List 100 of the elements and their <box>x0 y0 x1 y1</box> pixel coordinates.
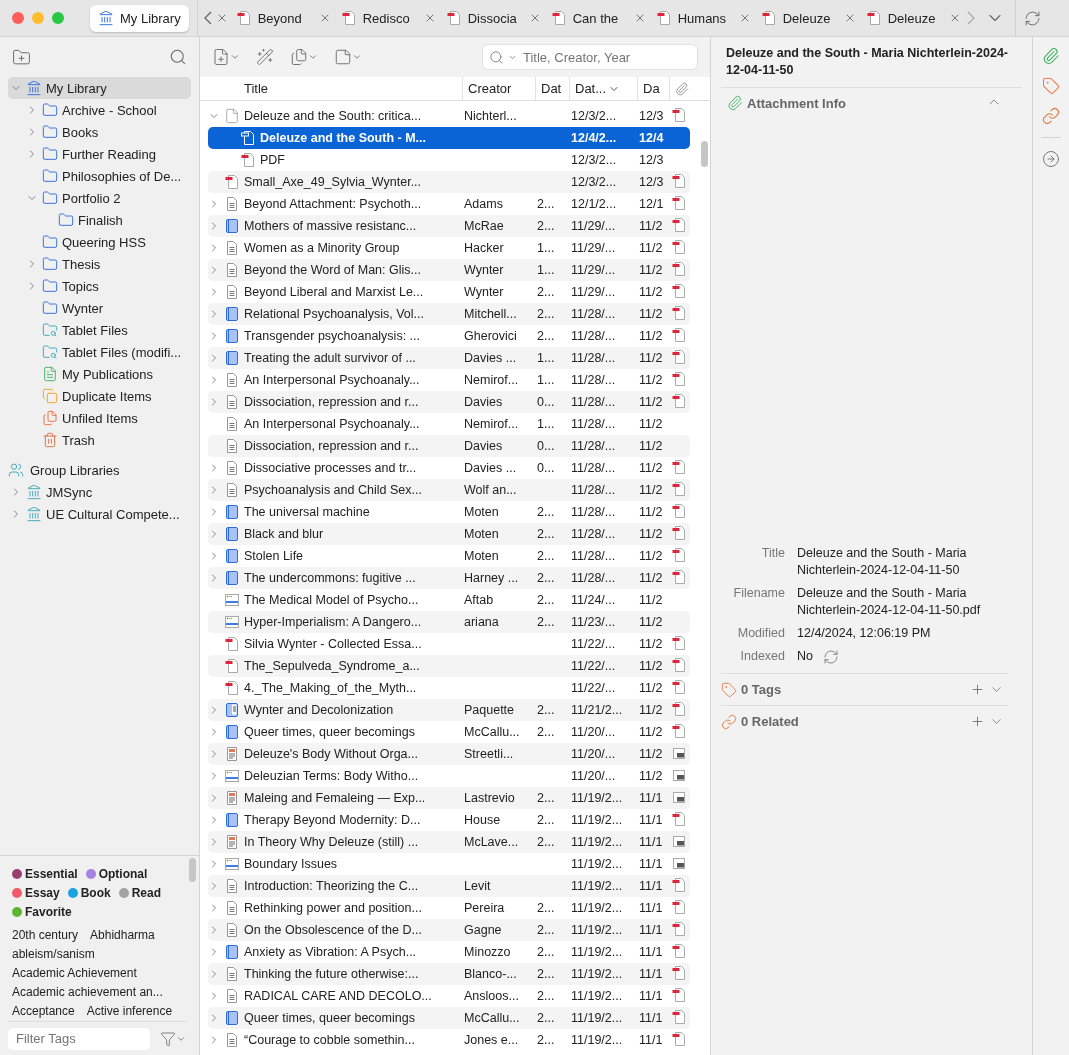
collection-item[interactable]: Finalish <box>8 209 191 231</box>
tag-icon[interactable] <box>1042 77 1060 95</box>
collection-item[interactable]: Duplicate Items <box>8 385 191 407</box>
collection-item[interactable]: Books <box>8 121 191 143</box>
scroll-thumb[interactable] <box>189 858 196 882</box>
collection-item[interactable]: My Publications <box>8 363 191 385</box>
collection-item[interactable]: Philosophies of De... <box>8 165 191 187</box>
item-row[interactable]: Treating the adult survivor of ... Davies ... 1... 11/28/... 11/2 <box>208 347 690 369</box>
collection-item[interactable]: Thesis <box>8 253 191 275</box>
tab[interactable]: Can the <box>544 4 650 32</box>
tab[interactable]: Deleuze <box>859 4 965 32</box>
library-item[interactable]: JMSync <box>8 481 191 503</box>
colored-tag[interactable]: Essay <box>12 885 60 901</box>
item-row[interactable]: 4._The_Making_of_the_Myth... 11/22/... 11/2 <box>208 677 690 699</box>
item-row[interactable]: Transgender psychoanalysis: ... Gherovici 2... 11/28/... 11/2 <box>208 325 690 347</box>
item-row[interactable]: Introduction: Theorizing the C... Levit 11/19/2... 11/1 <box>208 875 690 897</box>
link-icon[interactable] <box>1042 107 1060 125</box>
column-header[interactable]: Dat... <box>569 77 637 100</box>
item-row[interactable]: Dissociation, repression and r... Davies 0... 11/28/... 11/2 <box>208 391 690 413</box>
tab[interactable]: Humans <box>649 4 755 32</box>
search-icon[interactable] <box>489 49 504 65</box>
item-row[interactable]: Deleuze and the South - M... 12/4/2... 12/4 <box>208 127 690 149</box>
collection-item[interactable]: Unfiled Items <box>8 407 191 429</box>
tab[interactable]: Dissocia <box>439 4 545 32</box>
item-row[interactable]: Beyond Attachment: Psychoth... Adams 2... 12/1/2... 12/1 <box>208 193 690 215</box>
item-row[interactable]: On the Obsolescence of the D... Gagne 2... 11/19/2... 11/1 <box>208 919 690 941</box>
item-row[interactable]: RADICAL CARE AND DECOLO... Ansloos... 2... 11/19/2... 11/1 <box>208 985 690 1007</box>
tag-options-button[interactable] <box>160 1030 186 1047</box>
item-row[interactable]: Boundary Issues 11/19/2... 11/1 <box>208 853 690 875</box>
item-row[interactable]: The undercommons: fugitive ... Harney ... 2... 11/28/... 11/2 <box>208 567 690 589</box>
collection-item[interactable]: Tablet Files (modifi... <box>8 341 191 363</box>
item-row[interactable]: Deleuze's Body Without Orga... Streetli... 11/20/... 11/2 <box>208 743 690 765</box>
colored-tag[interactable]: Read <box>118 885 162 901</box>
collection-item[interactable]: Trash <box>8 429 191 451</box>
collection-item[interactable]: Archive - School <box>8 99 191 121</box>
item-row[interactable]: Queer times, queer becomings McCallu... 2... 11/20/... 11/2 <box>208 721 690 743</box>
item-row[interactable]: Hyper-Imperialism: A Dangero... ariana 2... 11/23/... 11/2 <box>208 611 690 633</box>
collection-item[interactable]: Portfolio 2 <box>8 187 191 209</box>
item-row[interactable]: The_Sepulveda_Syndrome_a... 11/22/... 11/2 <box>208 655 690 677</box>
search-input[interactable]: Title, Creator, Year <box>521 48 691 66</box>
item-row[interactable]: Relational Psychoanalysis, Vol... Mitchell... 2... 11/28/... 11/2 <box>208 303 690 325</box>
tab[interactable]: Redisco <box>334 4 440 32</box>
item-row[interactable]: Stolen Life Moten 2... 11/28/... 11/2 <box>208 545 690 567</box>
library-item[interactable]: UE Cultural Compete... <box>8 503 191 525</box>
paperclip-icon[interactable] <box>1042 47 1060 65</box>
filter-tags-field[interactable]: Filter Tags <box>8 1027 150 1050</box>
item-row[interactable]: Mothers of massive resistanc... McRae 2... 11/29/... 11/2 <box>208 215 690 237</box>
item-row[interactable]: An Interpersonal Psychoanaly... Nemirof... 1... 11/28/... 11/2 <box>208 369 690 391</box>
colored-tag[interactable]: Favorite <box>12 904 72 920</box>
new-collection-button[interactable] <box>12 47 31 67</box>
item-row[interactable]: “Courage to cobble somethin... Jones e... 2... 11/19/2... 11/1 <box>208 1029 690 1051</box>
tag[interactable]: Active inference <box>86 1004 173 1020</box>
tab[interactable]: Deleuze <box>754 4 860 32</box>
tag[interactable]: Abhidharma <box>90 928 155 944</box>
arrow-circle-icon[interactable] <box>1042 150 1060 168</box>
item-row[interactable]: Black and blur Moten 2... 11/28/... 11/2 <box>208 523 690 545</box>
item-row[interactable]: Thinking the future otherwise:... Blanco-... 2... 11/19/2... 11/1 <box>208 963 690 985</box>
collection-item[interactable]: Queering HSS <box>8 231 191 253</box>
item-row[interactable]: PDF 12/3/2... 12/3 <box>208 149 690 171</box>
colored-tag[interactable]: Book <box>67 885 111 901</box>
tag[interactable]: ableism/sanism <box>12 947 95 963</box>
tag[interactable]: Academic Achievement <box>12 966 137 982</box>
collection-item[interactable]: Wynter <box>8 297 191 319</box>
item-row[interactable]: The universal machine Moten 2... 11/28/... 11/2 <box>208 501 690 523</box>
magic-wand-button[interactable] <box>256 48 274 66</box>
column-header[interactable]: Title <box>208 77 462 100</box>
collection-item[interactable]: Further Reading <box>8 143 191 165</box>
new-note-button[interactable] <box>334 48 362 66</box>
colored-tag[interactable]: Optional <box>85 866 148 882</box>
item-row[interactable]: Deleuzian Terms: Body Witho... 11/20/... 11/2 <box>208 765 690 787</box>
item-row[interactable]: Beyond Liberal and Marxist Le... Wynter 2... 11/29/... 11/2 <box>208 281 690 303</box>
tag[interactable]: Acceptance <box>12 1004 75 1020</box>
sync-button[interactable] <box>1023 9 1041 27</box>
close-button[interactable] <box>12 12 24 24</box>
item-row[interactable]: Maleing and Femaleing — Exp... Lastrevio 2... 11/19/2... 11/1 <box>208 787 690 809</box>
item-row[interactable]: Silvia Wynter - Collected Essa... 11/22/... 11/2 <box>208 633 690 655</box>
item-row[interactable]: Wynter and Decolonization Paquette 2... 11/21/2... 11/2 <box>208 699 690 721</box>
scroll-left-button[interactable] <box>203 11 212 25</box>
zoom-button[interactable] <box>52 12 64 24</box>
tag[interactable]: 20th century <box>12 928 79 944</box>
item-row[interactable]: Small_Axe_49_Sylvia_Wynter... 12/3/2... 12/3 <box>208 171 690 193</box>
tab[interactable]: Beyond <box>229 4 335 32</box>
scroll-right-button[interactable] <box>966 11 975 25</box>
item-row[interactable]: The Medical Model of Psycho... Aftab 2... 11/24/... 11/2 <box>208 589 690 611</box>
column-header[interactable]: Da <box>637 77 669 100</box>
item-row[interactable]: Queer times, queer becomings McCallu... 2... 11/19/2... 11/1 <box>208 1007 690 1029</box>
item-row[interactable]: Dissociation, repression and r... Davies 0... 11/28/... 11/2 <box>208 435 690 457</box>
item-row[interactable]: Beyond the Word of Man: Glis... Wynter 1... 11/29/... 11/2 <box>208 259 690 281</box>
item-row[interactable]: Rethinking power and position... Pereira 2... 11/19/2... 11/1 <box>208 897 690 919</box>
new-item-button[interactable] <box>212 48 240 66</box>
collection-item[interactable]: Tablet Files <box>8 319 191 341</box>
item-row[interactable]: Psychoanalysis and Child Sex... Wolf an... 11/28/... 11/2 <box>208 479 690 501</box>
item-row[interactable]: Deleuze and the South: critica... Nichterl... 12/3/2... 12/3 <box>208 105 690 127</box>
item-row[interactable]: An Interpersonal Psychoanaly... Nemirof... 1... 11/28/... 11/2 <box>208 413 690 435</box>
item-row[interactable]: Anxiety as Vibration: A Psych... Minozzo 2... 11/19/2... 11/1 <box>208 941 690 963</box>
tag[interactable]: Academic achievement an... <box>12 985 163 1001</box>
collection-item[interactable]: My Library <box>8 77 191 99</box>
scroll-thumb[interactable] <box>701 141 708 167</box>
item-row[interactable]: Women as a Minority Group Hacker 1... 11/29/... 11/2 <box>208 237 690 259</box>
item-row[interactable]: Dissociative processes and tr... Davies ... 0... 11/28/... 11/2 <box>208 457 690 479</box>
